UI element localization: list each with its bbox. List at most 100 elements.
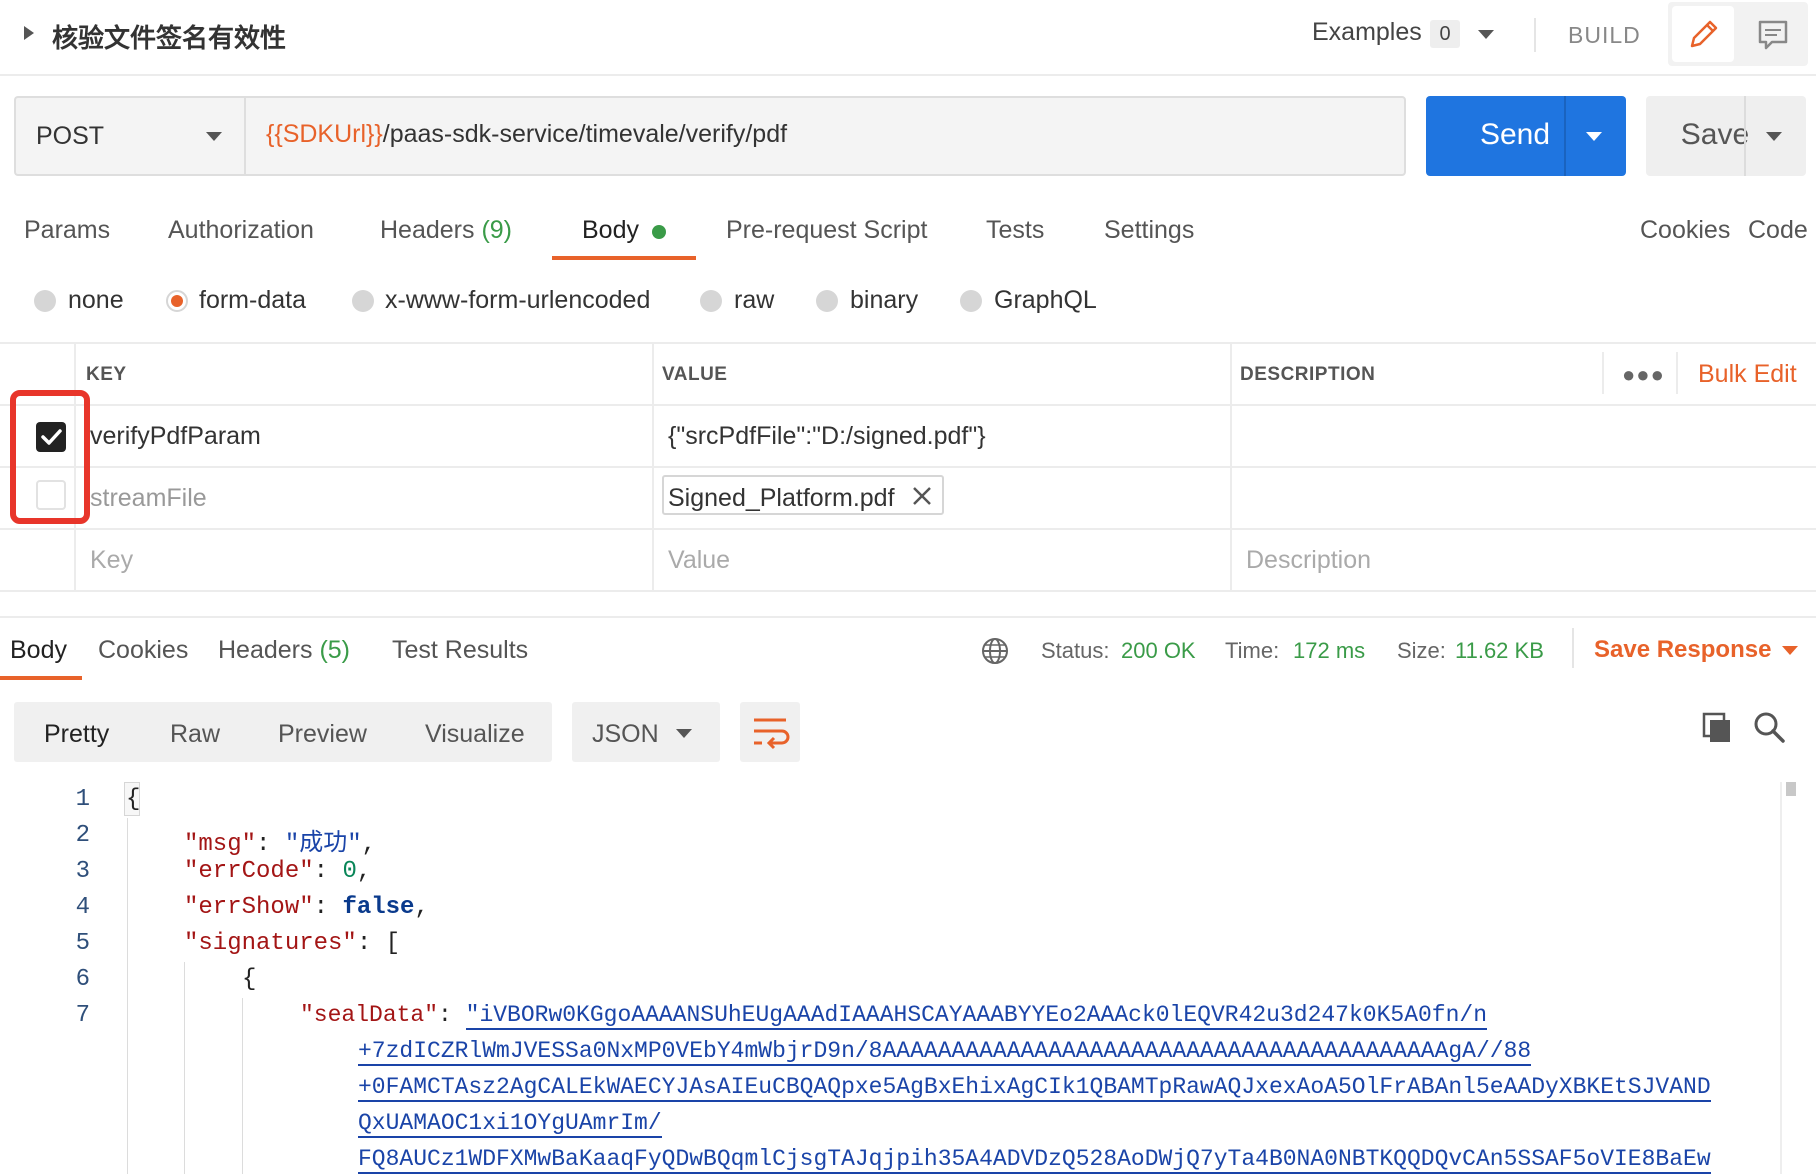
param-key[interactable]: verifyPdfParam <box>90 422 261 451</box>
header-divider <box>1534 18 1536 52</box>
format-caret-icon[interactable] <box>676 729 692 738</box>
radio-none[interactable] <box>34 290 56 312</box>
time-label: Time: <box>1225 638 1280 663</box>
url-path: /paas-sdk-service/timevale/verify/pdf <box>382 120 788 148</box>
column-header-key: KEY <box>86 364 127 385</box>
send-divider <box>1564 96 1566 176</box>
view-visualize[interactable]: Visualize <box>425 720 525 749</box>
active-tab-indicator <box>552 256 696 260</box>
copy-icon <box>1702 712 1730 742</box>
edit-pencil-button[interactable] <box>1672 6 1734 62</box>
format-select-label[interactable]: JSON <box>592 720 659 749</box>
json-value-sealdata[interactable]: "iVBORw0KGgoAAAANSUhEUgAAAdIAAAHSCAYAAAB… <box>465 1002 1488 1030</box>
table-col-divider <box>1230 342 1232 590</box>
cookies-link[interactable]: Cookies <box>1640 216 1730 245</box>
radio-graphql[interactable] <box>960 290 982 312</box>
tab-authorization[interactable]: Authorization <box>168 216 314 245</box>
radio-form-data[interactable] <box>166 290 188 312</box>
table-col-divider <box>652 342 654 590</box>
new-key-placeholder[interactable]: Key <box>90 546 133 575</box>
save-divider <box>1744 96 1746 176</box>
table-border-row2 <box>0 528 1816 530</box>
indent-guide <box>242 998 243 1174</box>
method-caret-icon[interactable] <box>206 132 222 141</box>
search-icon <box>1754 712 1785 743</box>
status-label: Status: <box>1041 638 1110 663</box>
save-options-caret-icon[interactable] <box>1766 132 1782 141</box>
view-preview[interactable]: Preview <box>278 720 367 749</box>
param-key[interactable]: streamFile <box>90 484 207 513</box>
response-tab-test-results[interactable]: Test Results <box>392 636 528 665</box>
radio-raw-label[interactable]: raw <box>734 286 774 315</box>
view-pretty[interactable]: Pretty <box>44 720 109 749</box>
send-button-label[interactable]: Send <box>1460 118 1570 152</box>
more-options-icon[interactable]: ●●● <box>1622 362 1665 388</box>
code-scrollbar-thumb[interactable] <box>1786 782 1796 796</box>
radio-form-data-label[interactable]: form-data <box>199 286 306 315</box>
line-number: 4 <box>75 894 90 921</box>
tab-headers-label: Headers <box>380 216 475 244</box>
save-button-label[interactable]: Save <box>1660 118 1770 152</box>
line-number: 2 <box>75 822 90 849</box>
search-response-button[interactable] <box>1752 710 1786 744</box>
view-raw[interactable]: Raw <box>170 720 220 749</box>
tab-tests[interactable]: Tests <box>986 216 1044 245</box>
response-status-divider <box>1572 628 1574 668</box>
json-line-errcode: "errCode": 0, <box>184 858 372 885</box>
radio-urlencoded[interactable] <box>352 290 374 312</box>
json-sealdata-line[interactable]: QxUAMAOC1xi1OYgUAmrIm/ <box>358 1110 662 1138</box>
indent-guide <box>184 962 185 1174</box>
body-modified-dot <box>652 225 666 239</box>
json-value-errshow: false <box>342 894 415 921</box>
wrap-lines-button[interactable] <box>740 702 800 762</box>
radio-none-label[interactable]: none <box>68 286 124 315</box>
tab-headers[interactable]: Headers (9) <box>380 216 512 245</box>
comments-button[interactable] <box>1742 6 1804 62</box>
examples-caret-icon[interactable] <box>1478 30 1494 39</box>
response-tab-cookies[interactable]: Cookies <box>98 636 188 665</box>
save-response-button[interactable]: Save Response <box>1594 636 1771 664</box>
tab-body[interactable]: Body <box>582 216 639 245</box>
radio-binary[interactable] <box>816 290 838 312</box>
tab-settings[interactable]: Settings <box>1104 216 1194 245</box>
response-tab-headers[interactable]: Headers (5) <box>218 636 350 665</box>
json-sealdata-line[interactable]: FQ8AUCz1WDFXMwBaKaaqFyQDwBQqmlCjsgTAJqjp… <box>358 1146 1711 1174</box>
build-mode-label[interactable]: BUILD <box>1568 22 1641 49</box>
indent-guide <box>127 818 128 1174</box>
url-text[interactable]: {{SDKUrl}}/paas-sdk-service/timevale/ver… <box>266 120 787 149</box>
column-header-description: DESCRIPTION <box>1240 364 1376 385</box>
line-number: 7 <box>75 1002 90 1029</box>
radio-graphql-label[interactable]: GraphQL <box>994 286 1097 315</box>
copy-response-button[interactable] <box>1700 710 1734 744</box>
table-col-divider <box>1676 352 1678 394</box>
json-inner-brace: { <box>242 966 257 993</box>
globe-icon[interactable] <box>980 636 1010 666</box>
new-description-placeholder[interactable]: Description <box>1246 546 1371 575</box>
request-title[interactable]: 核验文件签名有效性 <box>52 18 286 55</box>
json-sealdata-continuation: +0FAMCTAsz2AgCALEkWAECYJAsAIEuCBQAQpxe5A… <box>358 1074 1711 1102</box>
response-active-tab-indicator <box>0 676 82 680</box>
bulk-edit-link[interactable]: Bulk Edit <box>1698 360 1797 389</box>
code-scrollbar-track[interactable] <box>1780 782 1782 1174</box>
radio-raw[interactable] <box>700 290 722 312</box>
json-sealdata-line[interactable]: +0FAMCTAsz2AgCALEkWAECYJAsAIEuCBQAQpxe5A… <box>358 1074 1711 1102</box>
radio-binary-label[interactable]: binary <box>850 286 918 315</box>
remove-file-icon[interactable] <box>910 484 934 508</box>
radio-urlencoded-label[interactable]: x-www-form-urlencoded <box>385 286 650 315</box>
json-open-brace: { <box>126 786 141 813</box>
tab-pre-request-script[interactable]: Pre-request Script <box>726 216 927 245</box>
examples-dropdown[interactable]: Examples <box>1312 18 1422 47</box>
json-key-errcode: "errCode" <box>184 858 314 885</box>
new-value-placeholder[interactable]: Value <box>668 546 730 575</box>
table-border-row1 <box>0 466 1816 468</box>
tab-params[interactable]: Params <box>24 216 110 245</box>
json-sealdata-line[interactable]: +7zdICZRlWmJVESSa0NxMP0VEbY4mWbjrD9n/8AA… <box>358 1038 1532 1066</box>
save-response-caret-icon[interactable] <box>1782 646 1798 655</box>
line-number: 1 <box>75 786 90 813</box>
send-options-caret-icon[interactable] <box>1586 132 1602 141</box>
param-value[interactable]: {"srcPdfFile":"D:/signed.pdf"} <box>668 422 986 451</box>
collapse-triangle-icon[interactable] <box>24 26 34 40</box>
line-number: 3 <box>75 858 90 885</box>
response-tab-body[interactable]: Body <box>10 636 67 665</box>
code-link[interactable]: Code <box>1748 216 1808 245</box>
